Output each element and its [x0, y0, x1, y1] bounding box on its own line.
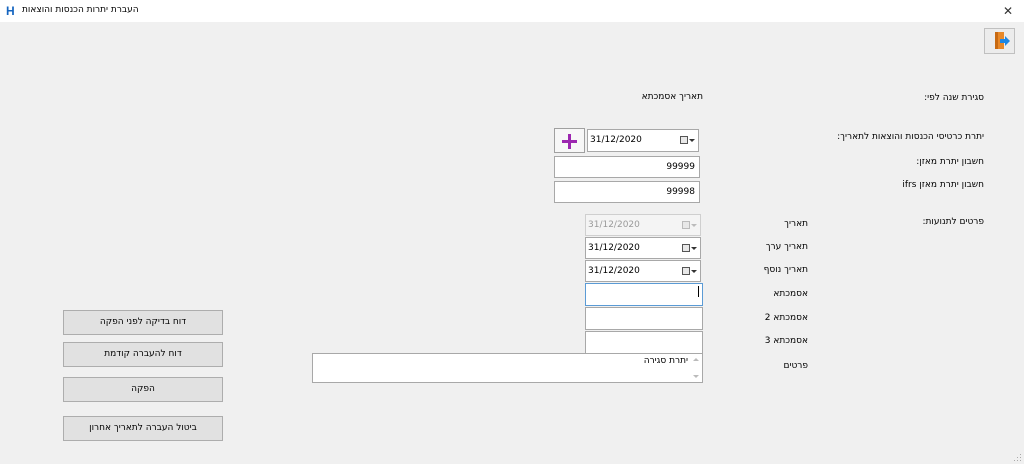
chevron-down-icon — [691, 224, 697, 227]
value-date-picker[interactable]: 31/12/2020 — [585, 237, 701, 259]
entry-date-value: 31/12/2020 — [588, 220, 640, 230]
chevron-down-icon — [691, 247, 697, 250]
previous-transfer-report-button[interactable]: דוח להעברה קודמת — [63, 342, 223, 367]
details-label: פרטים — [783, 361, 808, 371]
closing-year-by-label: סגירת שנה לפי: — [924, 93, 984, 103]
reference-label: אסמכתא — [773, 289, 808, 299]
transfer-date-value: 31/12/2020 — [590, 135, 642, 145]
title-bar: H העברת יתרות הכנסות והוצאות ✕ — [0, 0, 1024, 22]
close-window-button[interactable]: ✕ — [992, 0, 1024, 22]
extra-date-picker[interactable]: 31/12/2020 — [585, 260, 701, 282]
value-date-label: תאריך ערך — [765, 242, 808, 252]
details-value: יתרת סגירה — [643, 356, 688, 366]
extra-date-label: תאריך נוסף — [763, 265, 808, 275]
reference3-input[interactable] — [585, 331, 703, 354]
scroll-down-icon — [693, 375, 699, 378]
entry-date-label: תאריך — [784, 219, 808, 229]
resize-grip-icon[interactable] — [1014, 454, 1022, 462]
balance-account-input[interactable]: 99999 — [554, 156, 700, 178]
details-textarea[interactable]: יתרת סגירה — [312, 353, 703, 383]
reference2-input[interactable] — [585, 307, 703, 330]
window-title: העברת יתרות הכנסות והוצאות — [22, 5, 139, 15]
reference-date-label: תאריך אסמכתא — [641, 92, 703, 102]
calendar-icon — [682, 244, 690, 252]
exit-door-icon — [995, 32, 1010, 49]
add-button[interactable] — [554, 128, 585, 153]
reference3-label: אסמכתא 3 — [764, 336, 808, 346]
details-scrollbar[interactable] — [692, 355, 701, 381]
balance-account-label: חשבון יתרת מאזן: — [916, 157, 984, 167]
scroll-up-icon — [693, 358, 699, 361]
value-date-value: 31/12/2020 — [588, 243, 640, 253]
entry-details-label: פרטים לתנועות: — [922, 217, 984, 227]
reference2-label: אסמכתא 2 — [764, 313, 808, 323]
exit-button[interactable] — [984, 28, 1015, 54]
pre-run-check-report-button[interactable]: דוח בדיקה לפני הפקה — [63, 310, 223, 335]
calendar-icon — [680, 136, 688, 144]
app-logo-icon: H — [6, 4, 15, 18]
cancel-last-transfer-button[interactable]: ביטול העברה לתאריך אחרון — [63, 416, 223, 441]
ifrs-account-label: חשבון יתרת מאזן ifrs — [902, 180, 984, 190]
text-cursor — [698, 286, 699, 297]
calendar-icon — [682, 221, 690, 229]
reference-input[interactable] — [585, 283, 703, 306]
transfer-date-label: יתרת כרטיסי הכנסות והוצאות לתאריך: — [837, 132, 984, 142]
entry-date-picker: 31/12/2020 — [585, 214, 701, 236]
ifrs-account-input[interactable]: 99998 — [554, 181, 700, 203]
extra-date-value: 31/12/2020 — [588, 266, 640, 276]
transfer-date-picker[interactable]: 31/12/2020 — [587, 129, 699, 152]
produce-button[interactable]: הפקה — [63, 377, 223, 402]
chevron-down-icon — [691, 270, 697, 273]
calendar-icon — [682, 267, 690, 275]
chevron-down-icon — [689, 139, 695, 142]
